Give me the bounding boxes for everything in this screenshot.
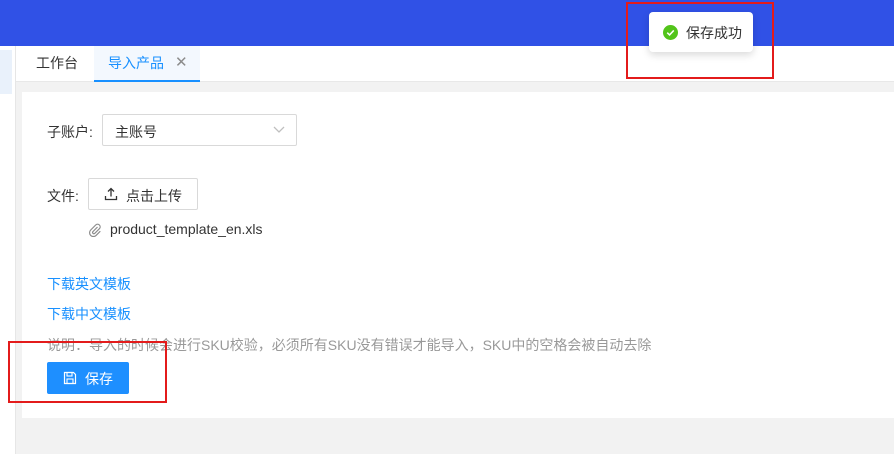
subaccount-select[interactable]: 主账号 bbox=[102, 114, 297, 146]
annotation-box-save bbox=[8, 341, 167, 403]
annotation-box-toast bbox=[626, 2, 774, 79]
uploaded-file-name: product_template_en.xls bbox=[110, 221, 263, 237]
upload-button[interactable]: 点击上传 bbox=[88, 178, 198, 210]
close-icon[interactable]: ✕ bbox=[175, 46, 188, 80]
paperclip-icon bbox=[88, 223, 101, 237]
chevron-down-icon bbox=[273, 126, 285, 133]
sidebar-active-indicator bbox=[0, 50, 12, 94]
upload-icon bbox=[104, 187, 118, 201]
download-chinese-template-link[interactable]: 下载中文模板 bbox=[47, 304, 131, 324]
download-english-template-link[interactable]: 下载英文模板 bbox=[47, 274, 131, 294]
upload-button-label: 点击上传 bbox=[126, 188, 182, 204]
tab-import-products-label: 导入产品 bbox=[108, 55, 164, 71]
file-label: 文件: bbox=[47, 188, 79, 204]
subaccount-label: 子账户: bbox=[47, 124, 93, 140]
subaccount-select-value: 主账号 bbox=[115, 124, 157, 140]
tab-workbench[interactable]: 工作台 bbox=[36, 46, 78, 82]
tab-import-products[interactable]: 导入产品 ✕ bbox=[94, 46, 200, 82]
